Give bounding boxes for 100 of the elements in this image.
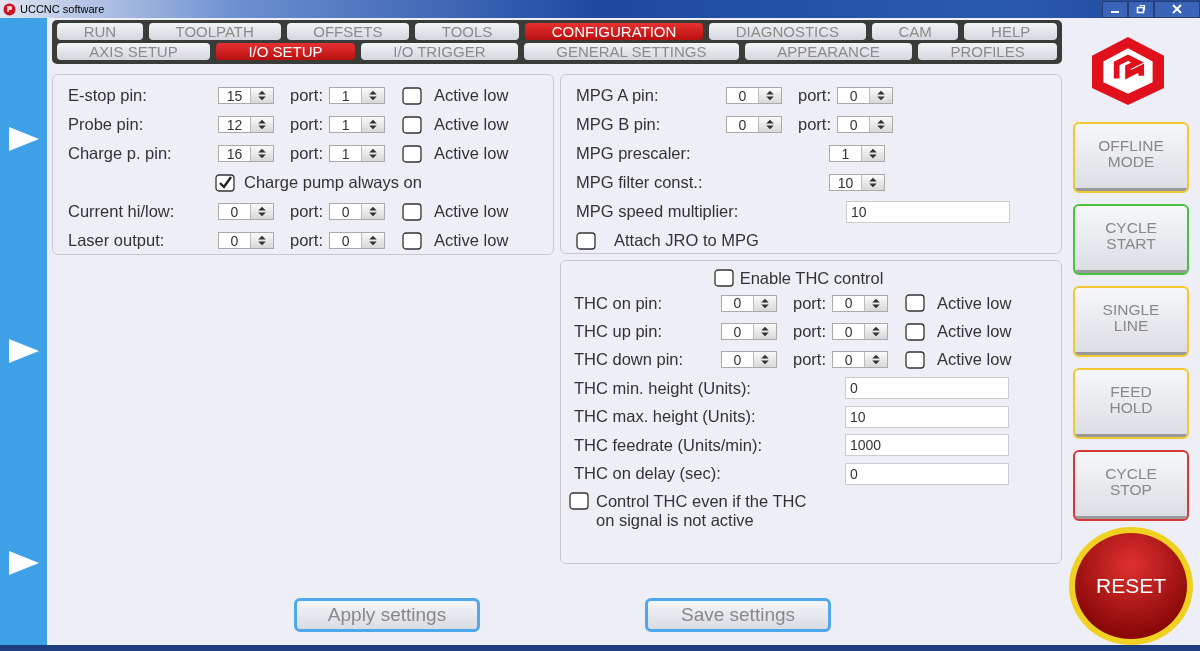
spinner-arrows-icon[interactable] [758,117,781,132]
field-label: THC feedrate (Units/min): [574,435,763,455]
spinner-arrows-icon[interactable] [250,204,273,219]
close-button[interactable] [1154,0,1200,18]
spinner-arrows-icon[interactable] [861,175,884,190]
field-label: THC min. height (Units): [574,378,752,398]
arrow-right-icon[interactable] [8,551,39,575]
spinner-arrows-icon[interactable] [361,117,385,132]
checkbox[interactable] [569,491,589,510]
window-title: UCCNC software [20,3,105,15]
spin-box[interactable]: 0 [832,351,889,369]
spin-box[interactable]: 1 [329,145,386,162]
spinner-arrows-icon[interactable] [361,233,385,248]
checkbox[interactable] [905,350,926,369]
checkbox[interactable] [576,231,596,250]
arrow-right-icon[interactable] [8,339,39,363]
field-label: port: [290,86,324,105]
app-logo-icon [3,2,16,16]
spinner-arrows-icon[interactable] [864,295,888,311]
maximize-button[interactable] [1128,0,1154,18]
field-label: port: [793,293,827,313]
field-label: Probe pin: [68,115,145,134]
field-label: Laser output: [68,231,166,250]
field-label: THC down pin: [574,350,685,370]
spin-box[interactable]: 0 [832,323,889,341]
checkbox-label: Active low [937,322,1012,342]
input-field[interactable]: 1000 [845,434,1009,457]
spin-box[interactable]: 0 [837,116,894,133]
reset-button[interactable]: RESET [1069,527,1193,645]
checkbox[interactable] [402,202,423,221]
input-field[interactable]: 0 [845,462,1009,485]
spin-box[interactable]: 15 [218,87,274,104]
spin-box[interactable]: 0 [218,203,274,220]
spinner-arrows-icon[interactable] [753,324,776,340]
spinner-arrows-icon[interactable] [250,117,273,132]
spin-box[interactable]: 0 [726,87,782,104]
spinner-arrows-icon[interactable] [753,295,776,311]
close-icon [1172,4,1182,14]
spinner-arrows-icon[interactable] [361,88,385,103]
field-label: MPG filter const.: [576,173,704,192]
spin-box[interactable]: 0 [721,351,777,369]
input-field[interactable]: 10 [846,200,1010,223]
spinner-arrows-icon[interactable] [753,352,776,368]
checkbox[interactable] [713,269,734,287]
minimize-button[interactable] [1102,0,1128,18]
arrow-right-icon[interactable] [8,127,39,151]
spin-box[interactable]: 0 [721,323,777,341]
spinner-arrows-icon[interactable] [250,88,273,103]
field-label: port: [290,202,324,221]
spinner-arrows-icon[interactable] [869,88,893,103]
checkbox-label: Control THC even if the THC on signal is not active [596,491,808,530]
spinner-arrows-icon[interactable] [869,117,893,132]
field-label: port: [290,115,324,134]
checkbox-label: Attach JRO to MPG [614,231,759,250]
field-label: THC on delay (sec): [574,464,722,484]
spin-box[interactable]: 16 [218,145,274,162]
checkbox[interactable] [402,86,423,105]
field-label: THC up pin: [574,322,664,342]
spin-box[interactable]: 0 [329,203,386,220]
spin-box[interactable]: 12 [218,116,274,133]
checkbox-label: Active low [434,115,509,134]
spinner-arrows-icon[interactable] [361,146,385,161]
spin-box[interactable]: 1 [829,145,885,162]
input-field[interactable]: 10 [845,405,1009,428]
spin-box[interactable]: 10 [829,174,885,191]
spin-box[interactable]: 0 [721,294,777,312]
input-field[interactable]: 0 [845,377,1009,400]
tab[interactable]: CONFIGURATION [525,23,704,40]
field-label: port: [793,350,827,370]
spinner-arrows-icon[interactable] [861,146,884,161]
checkbox-label: Active low [937,293,1012,313]
spinner-arrows-icon[interactable] [758,88,781,103]
checkbox-label: Active low [434,231,509,250]
spin-box[interactable]: 0 [832,294,889,312]
spinner-arrows-icon[interactable] [864,324,888,340]
spin-box[interactable]: 1 [329,87,386,104]
checkbox-label: Active low [434,202,509,221]
checkbox[interactable] [215,173,235,192]
spinner-arrows-icon[interactable] [250,233,273,248]
checkbox[interactable] [402,144,423,163]
checkbox-label: Charge pump always on [244,173,422,192]
field-label: Current hi/low: [68,202,176,221]
spin-box[interactable]: 0 [218,232,274,249]
spin-box[interactable]: 0 [726,116,782,133]
restore-icon [1136,4,1146,14]
field-label: MPG A pin: [576,86,660,105]
tab[interactable]: I/O SETUP [216,43,355,60]
spinner-arrows-icon[interactable] [250,146,273,161]
checkbox[interactable] [905,294,926,313]
checkbox[interactable] [402,231,423,250]
spinner-arrows-icon[interactable] [864,352,888,368]
field-label: THC max. height (Units): [574,407,757,427]
field-label: port: [798,86,832,105]
spin-box[interactable]: 0 [837,87,894,104]
checkbox[interactable] [402,115,423,134]
field-label: MPG speed multiplier: [576,202,740,221]
checkbox[interactable] [905,322,926,341]
spin-box[interactable]: 1 [329,116,386,133]
spin-box[interactable]: 0 [329,232,386,249]
spinner-arrows-icon[interactable] [361,204,385,219]
